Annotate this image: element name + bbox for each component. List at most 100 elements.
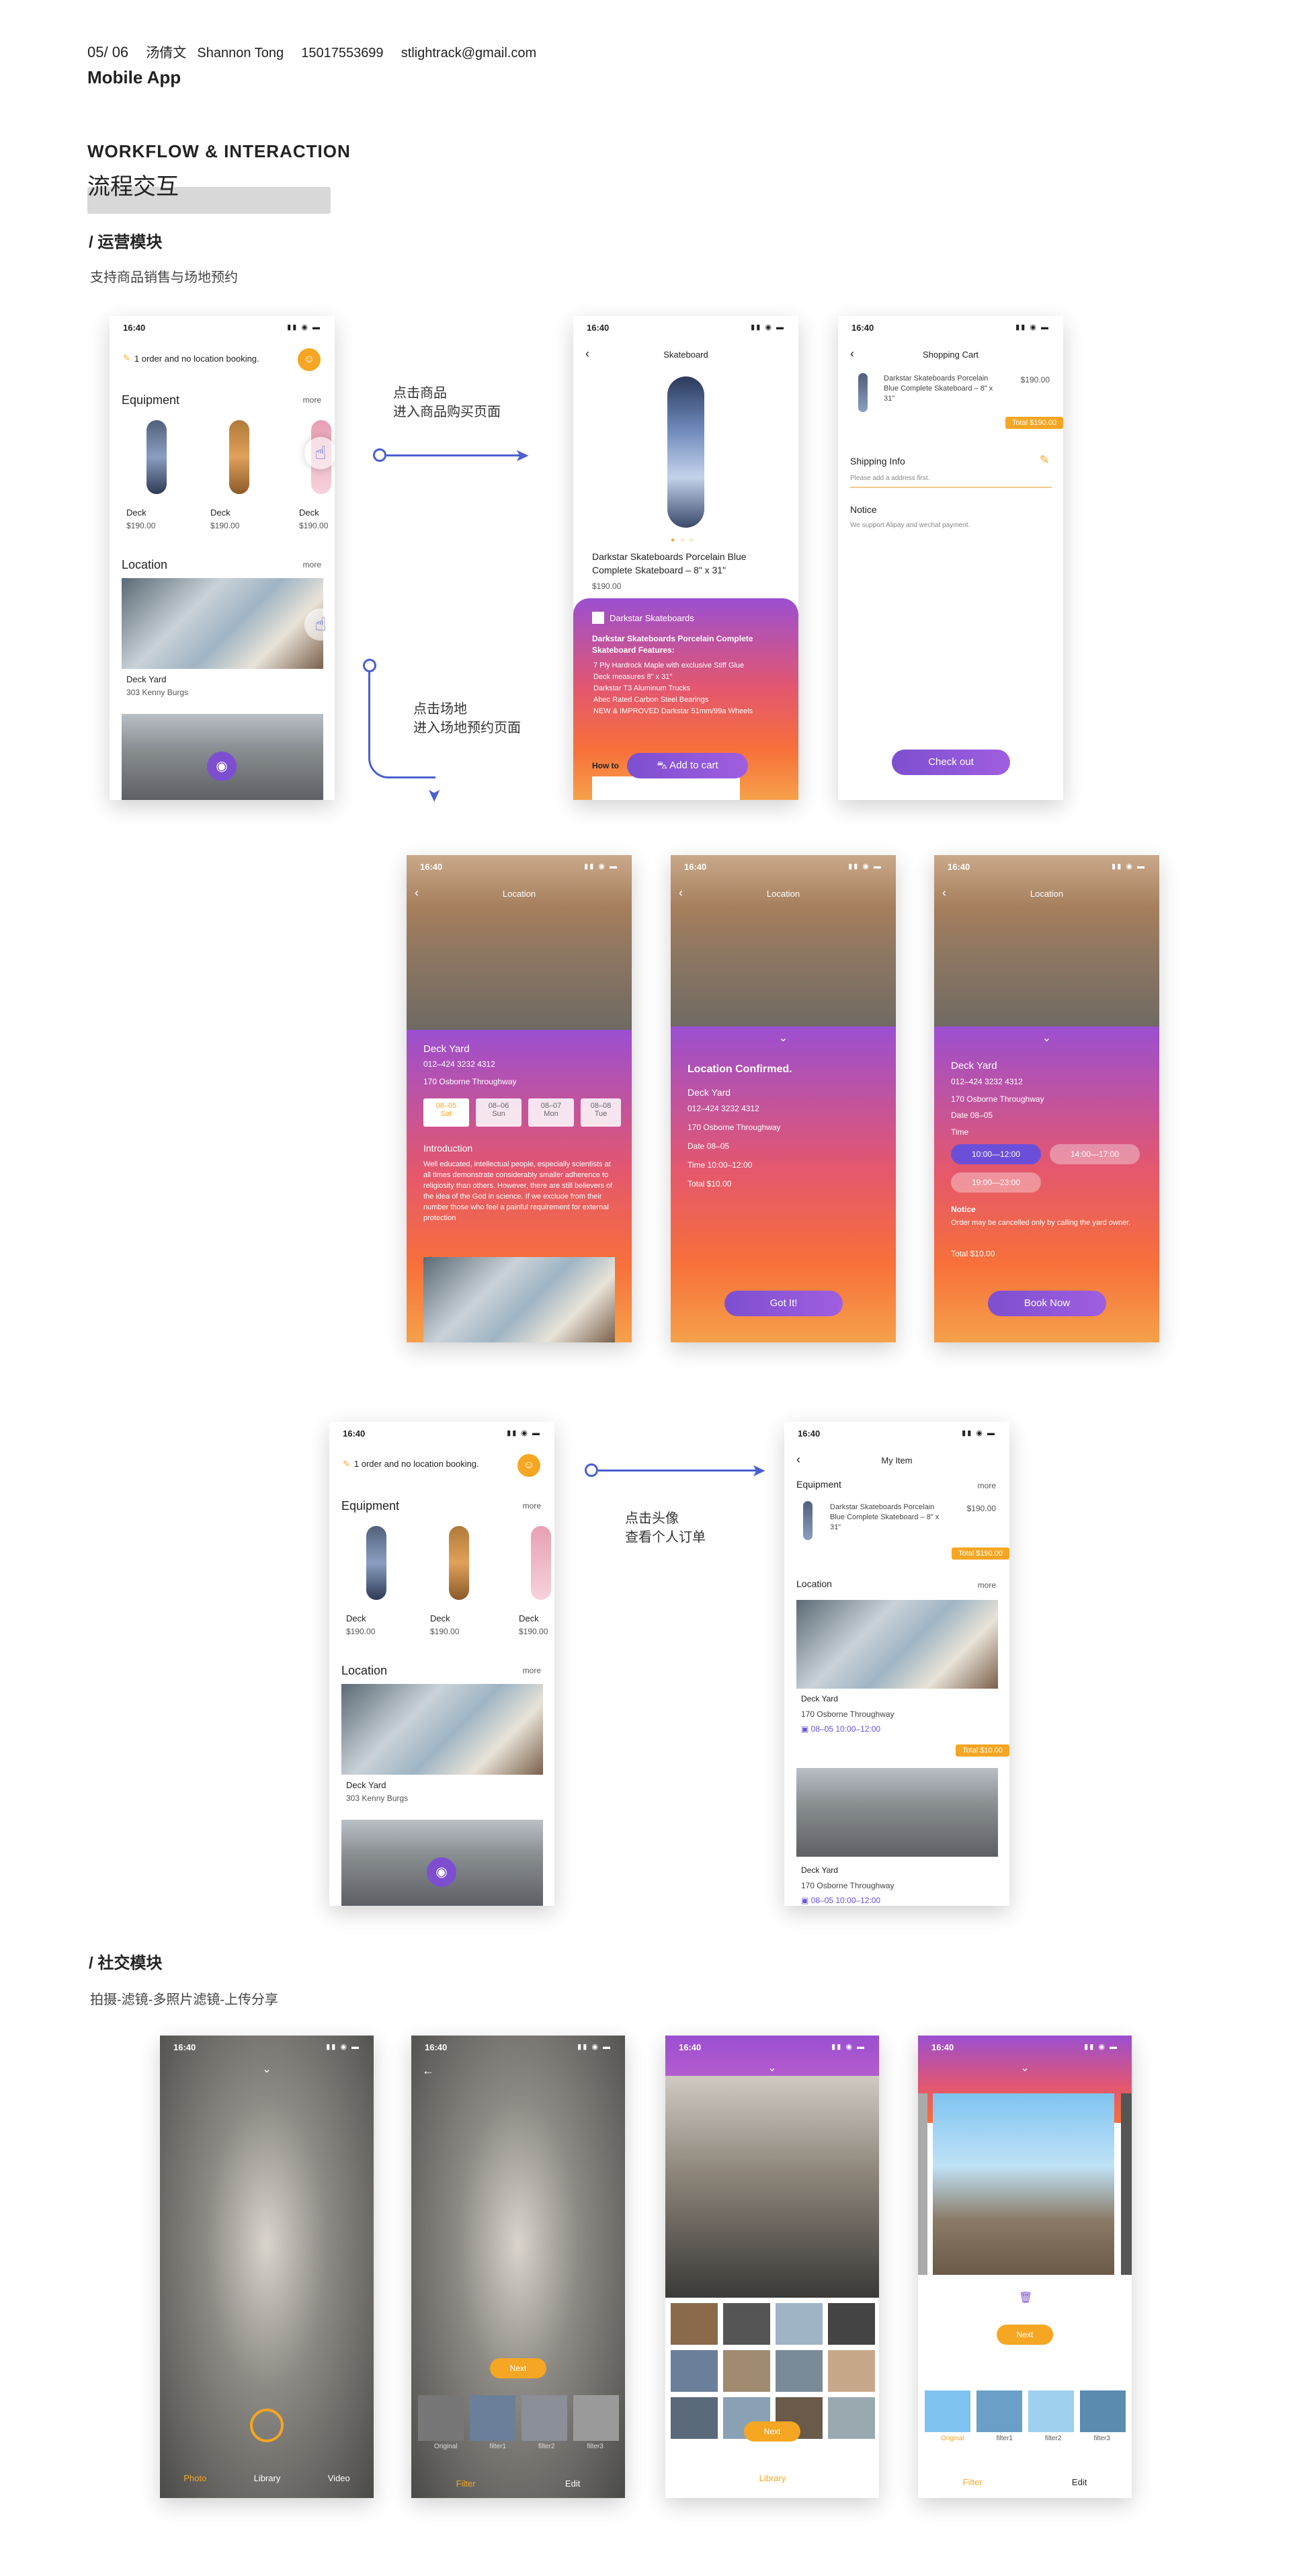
photo-prev-peek[interactable]	[918, 2093, 927, 2275]
tab-filter[interactable]: Filter	[456, 2479, 476, 2489]
pencil-icon: ✎	[123, 353, 130, 363]
edit-icon[interactable]: ✎	[1040, 453, 1050, 467]
location-image[interactable]	[796, 1600, 998, 1689]
time-slot[interactable]: 19:00—23:00	[951, 1172, 1041, 1193]
avatar-button[interactable]: ☺	[298, 348, 321, 371]
social-subtitle: 拍摄-滤镜-多照片滤镜-上传分享	[90, 1993, 278, 2007]
product-name-3: Deck	[299, 508, 319, 518]
carousel-dots[interactable]: ●○○	[671, 536, 699, 544]
tab-filter[interactable]: Filter	[963, 2477, 983, 2487]
arrow-curve	[368, 752, 435, 778]
chevron-down-icon[interactable]: ⌄	[665, 2061, 879, 2075]
tab-video[interactable]: Video	[833, 2473, 856, 2483]
deck-image-1[interactable]	[366, 1526, 386, 1600]
filter-thumb[interactable]	[925, 2390, 970, 2432]
tab-library[interactable]: Library	[759, 2473, 786, 2483]
filter-thumb[interactable]	[470, 2395, 515, 2441]
avatar-button[interactable]: ☺	[517, 1454, 540, 1477]
location-image[interactable]	[122, 578, 323, 669]
booking-date: Date 08–05	[688, 1141, 730, 1151]
add-to-cart-button[interactable]: ⛍ Add to cart	[627, 753, 748, 778]
photo-thumb[interactable]	[671, 2397, 718, 2439]
confirmed-title: Location Confirmed.	[688, 1063, 792, 1075]
chevron-down-icon[interactable]: ⌄	[934, 1031, 1159, 1045]
chevron-down-icon[interactable]: ⌄	[671, 1031, 896, 1045]
deck-image-2[interactable]	[449, 1526, 469, 1600]
deck-image-3[interactable]	[531, 1526, 551, 1600]
deck-image-2[interactable]	[229, 420, 249, 494]
section-title-cn: 流程交互	[87, 174, 179, 200]
filter-thumb[interactable]	[573, 2395, 619, 2441]
shutter-button[interactable]	[250, 2409, 284, 2442]
cart-total: Total $190.00	[1005, 417, 1063, 429]
date-chip[interactable]: 08–08 Tue	[581, 1098, 621, 1127]
brand-row: Darkstar Skateboards	[592, 612, 694, 624]
equipment-more[interactable]: more	[978, 1481, 996, 1490]
camera-fab[interactable]: ◉	[427, 1857, 456, 1887]
photo-thumb[interactable]	[828, 2303, 875, 2345]
notice-text: We support Alipay and wechat payment.	[850, 522, 970, 529]
cart-item-name: Darkstar Skateboards Porcelain Blue Comp…	[884, 374, 993, 403]
photo-thumb[interactable]	[723, 2303, 770, 2345]
tab-photo[interactable]: Photo	[183, 2473, 206, 2483]
project-title: Mobile App	[87, 67, 181, 87]
tab-video[interactable]: Video	[328, 2473, 350, 2483]
time-slot[interactable]: 14:00—17:00	[1050, 1144, 1140, 1164]
date-chip[interactable]: 08–06 Sun	[476, 1098, 522, 1127]
location-heading: Location	[122, 558, 168, 571]
camera-fab[interactable]: ◉	[207, 752, 237, 781]
equipment-more[interactable]: more	[303, 395, 321, 405]
next-button[interactable]: Next	[997, 2325, 1053, 2345]
equipment-more[interactable]: more	[523, 1501, 541, 1511]
filter-thumb[interactable]	[418, 2395, 464, 2441]
location-title: Location	[766, 889, 800, 899]
tab-library[interactable]: Library	[254, 2473, 281, 2483]
booking-time: Time 10:00–12:00	[688, 1160, 753, 1170]
photo-thumb[interactable]	[776, 2350, 823, 2392]
filter-thumb[interactable]	[1028, 2390, 1074, 2432]
location-time-2: ▣ 08–05 10:00–12:00	[801, 1896, 881, 1905]
shipping-hint[interactable]: Please add a address first.	[850, 475, 929, 482]
order-banner[interactable]: ✎ 1 order and no location booking.	[123, 353, 259, 364]
photo-thumb[interactable]	[671, 2350, 718, 2392]
tab-photo[interactable]: Photo	[689, 2473, 712, 2483]
location-image[interactable]	[341, 1684, 543, 1775]
chevron-down-icon[interactable]: ⌄	[918, 2061, 1132, 2075]
photo-next-peek[interactable]	[1121, 2093, 1132, 2275]
filter-labels: Original filter1 filter2 filter3	[434, 2443, 603, 2450]
photo-thumb[interactable]	[723, 2350, 770, 2392]
checkout-button[interactable]: Check out	[892, 750, 1010, 775]
location-addr-2: 170 Osborne Throughway	[801, 1881, 894, 1890]
time-slot-selected[interactable]: 10:00—12:00	[951, 1144, 1041, 1164]
back-arrow-icon[interactable]: ←	[422, 2064, 434, 2078]
note-1-line-2: 进入商品购买页面	[393, 405, 501, 419]
book-now-button[interactable]: Book Now	[988, 1291, 1106, 1316]
order-banner[interactable]: ✎ 1 order and no location booking.	[343, 1459, 479, 1470]
location-more[interactable]: more	[978, 1580, 996, 1590]
photo-thumb[interactable]	[828, 2350, 875, 2392]
next-button[interactable]: Next	[744, 2421, 800, 2442]
product-name: Darkstar Skateboards Porcelain Blue Comp…	[592, 551, 747, 575]
got-it-button[interactable]: Got It!	[724, 1291, 843, 1316]
deck-image-1[interactable]	[147, 420, 167, 494]
photo-thumb[interactable]	[671, 2303, 718, 2345]
chevron-down-icon[interactable]: ⌄	[160, 2062, 374, 2076]
trash-icon[interactable]: 🗑	[1019, 2291, 1032, 2304]
location-more[interactable]: more	[523, 1666, 541, 1675]
social-title: / 社交模块	[89, 1954, 163, 1972]
header-line: 05/ 06 汤倩文 Shannon Tong 15017553699 stli…	[87, 42, 536, 61]
location-more[interactable]: more	[303, 560, 321, 569]
photo-thumb[interactable]	[776, 2303, 823, 2345]
filter-strip	[418, 2395, 619, 2441]
next-button[interactable]: Next	[490, 2358, 546, 2378]
filter-thumb[interactable]	[522, 2395, 567, 2441]
photo-thumb[interactable]	[828, 2397, 875, 2439]
equipment-heading: Equipment	[122, 393, 180, 407]
tab-edit[interactable]: Edit	[1072, 2477, 1087, 2487]
date-chip-selected[interactable]: 08–05 Sat	[423, 1098, 469, 1127]
date-chip[interactable]: 08–07 Mon	[528, 1098, 574, 1127]
filter-thumb[interactable]	[1080, 2390, 1126, 2432]
location-image-2[interactable]	[796, 1768, 998, 1857]
filter-thumb[interactable]	[976, 2390, 1022, 2432]
tab-edit[interactable]: Edit	[565, 2479, 580, 2489]
